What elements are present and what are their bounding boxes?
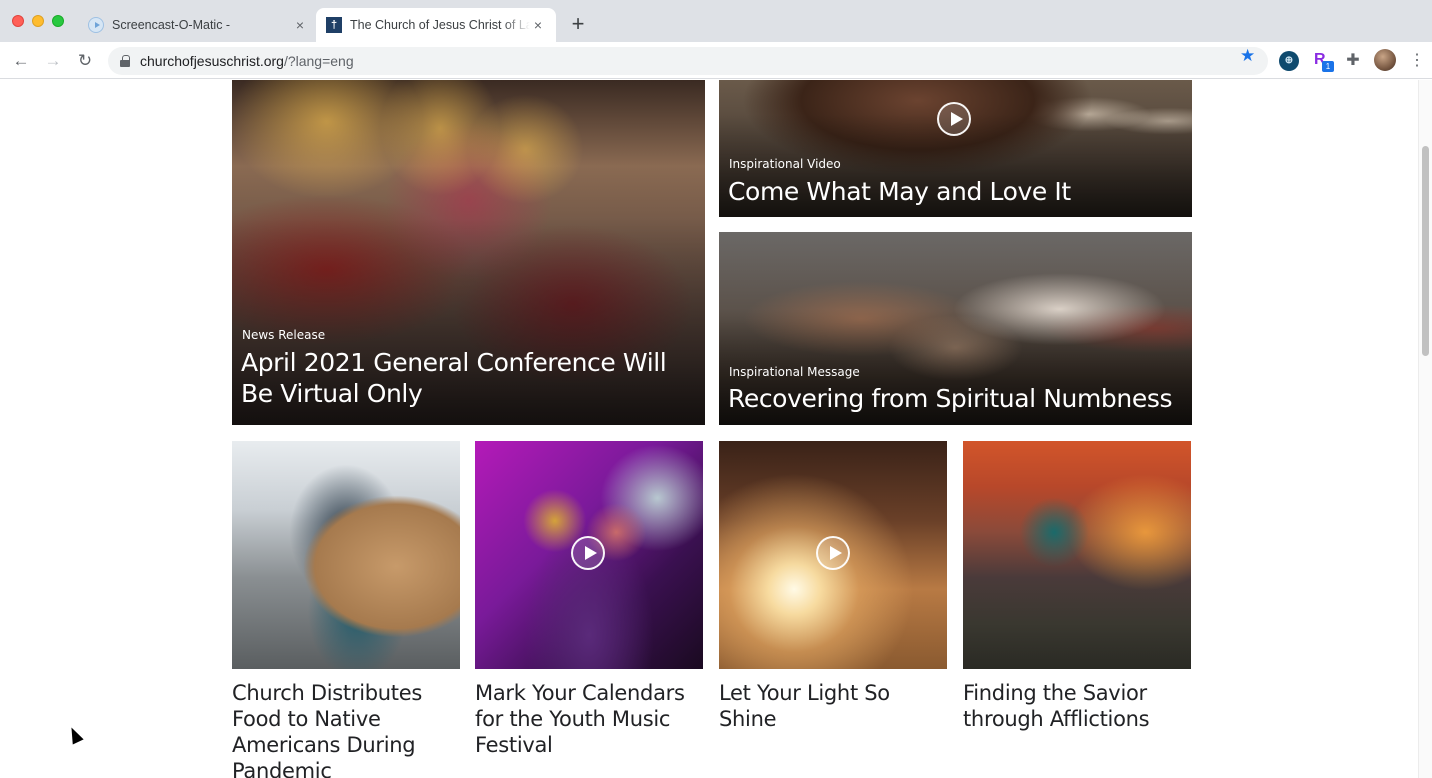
card-kicker: Inspirational Message xyxy=(729,365,860,379)
tile-title[interactable]: Church Distributes Food to Native Americ… xyxy=(232,680,460,778)
church-icon: † xyxy=(326,17,342,33)
mouse-cursor-icon xyxy=(66,724,84,745)
url-host: churchofjesuschrist.org xyxy=(140,53,284,69)
play-icon[interactable] xyxy=(816,536,850,570)
bookmark-star-icon[interactable]: ★ xyxy=(1240,46,1255,66)
tab-strip: Screencast-O-Matic - × † The Church of J… xyxy=(0,0,1432,42)
play-icon[interactable] xyxy=(571,536,605,570)
tile-title[interactable]: Finding the Savior through Afflictions xyxy=(963,680,1191,732)
featured-card-video[interactable]: Inspirational Video Come What May and Lo… xyxy=(719,80,1192,217)
tab-title: The Church of Jesus Christ of Latter-day… xyxy=(350,18,530,32)
screencast-icon xyxy=(88,17,104,33)
card-headline[interactable]: Come What May and Love It xyxy=(728,176,1071,207)
featured-card-message[interactable]: Inspirational Message Recovering from Sp… xyxy=(719,232,1192,425)
globe-glyph: ⊕ xyxy=(1284,55,1294,66)
browser-toolbar: ← → ↻ churchofjesuschrist.org/?lang=eng … xyxy=(0,42,1432,79)
close-tab-icon[interactable]: × xyxy=(530,17,546,33)
featured-card-conference[interactable]: News Release April 2021 General Conferen… xyxy=(232,80,705,425)
extension-badge: 1 xyxy=(1322,61,1334,72)
window-minimize-button[interactable] xyxy=(32,15,44,27)
tile-image-music[interactable] xyxy=(475,441,703,669)
extensions-puzzle-icon[interactable]: ✚ xyxy=(1343,51,1363,71)
tile-image-candle[interactable] xyxy=(719,441,947,669)
window-maximize-button[interactable] xyxy=(52,15,64,27)
url-text[interactable]: churchofjesuschrist.org/?lang=eng xyxy=(140,53,354,69)
new-tab-button[interactable]: + xyxy=(566,10,590,38)
card-kicker: News Release xyxy=(242,328,326,342)
reload-button[interactable]: ↻ xyxy=(72,48,98,74)
scrollbar-thumb[interactable] xyxy=(1422,146,1429,356)
tile-image-food[interactable] xyxy=(232,441,460,669)
r-extension-icon[interactable]: R1 xyxy=(1314,51,1334,72)
vertical-scrollbar[interactable] xyxy=(1418,80,1432,778)
tile-title[interactable]: Let Your Light So Shine xyxy=(719,680,947,732)
card-headline[interactable]: April 2021 General Conference Will Be Vi… xyxy=(241,347,691,409)
tab-screencast[interactable]: Screencast-O-Matic - × xyxy=(80,8,316,42)
globe-extension-icon[interactable]: ⊕ xyxy=(1279,51,1299,71)
tab-title: Screencast-O-Matic - xyxy=(112,18,231,32)
tile-image-savior[interactable] xyxy=(963,441,1191,669)
forward-button[interactable]: → xyxy=(40,48,66,74)
tile-title[interactable]: Mark Your Calendars for the Youth Music … xyxy=(475,680,703,758)
play-icon[interactable] xyxy=(937,102,971,136)
close-tab-icon[interactable]: × xyxy=(292,17,308,33)
address-bar[interactable]: churchofjesuschrist.org/?lang=eng xyxy=(108,47,1268,75)
tab-church[interactable]: † The Church of Jesus Christ of Latter-d… xyxy=(316,8,556,42)
card-headline[interactable]: Recovering from Spiritual Numbness xyxy=(728,383,1172,414)
back-button[interactable]: ← xyxy=(8,48,34,74)
page-content: News Release April 2021 General Conferen… xyxy=(0,80,1432,778)
profile-avatar[interactable] xyxy=(1374,49,1396,71)
card-kicker: Inspirational Video xyxy=(729,157,841,171)
lock-icon[interactable] xyxy=(120,55,130,67)
browser-menu-icon[interactable]: ⋮ xyxy=(1408,50,1426,72)
url-path: /?lang=eng xyxy=(283,53,354,69)
window-close-button[interactable] xyxy=(12,15,24,27)
